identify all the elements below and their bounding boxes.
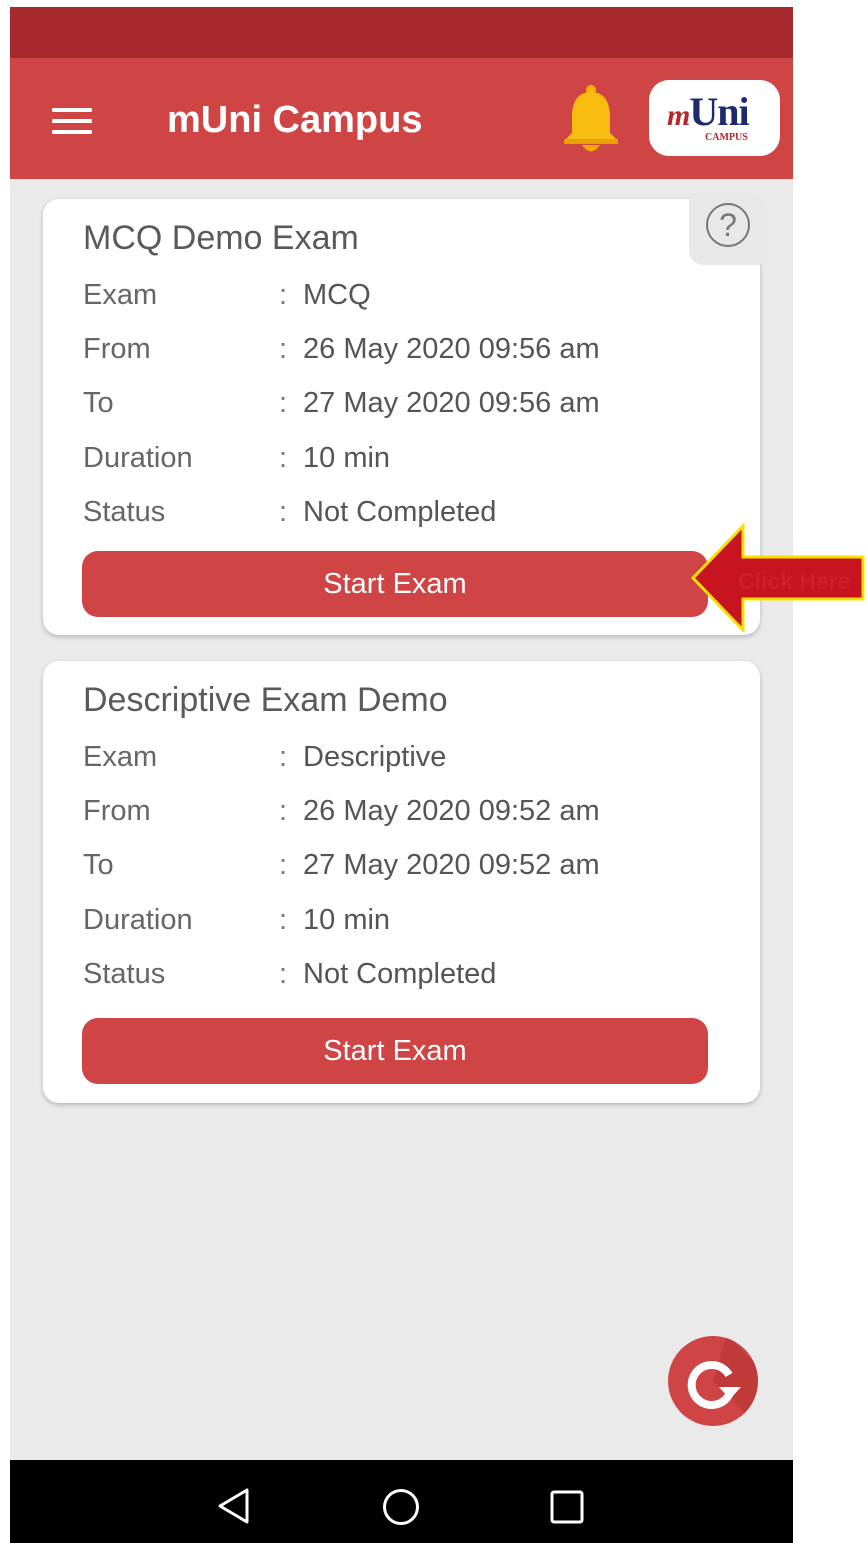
menu-icon[interactable] bbox=[52, 108, 92, 134]
back-icon[interactable] bbox=[217, 1488, 251, 1524]
row-label: Status bbox=[83, 958, 166, 990]
help-icon: ? bbox=[706, 203, 750, 247]
phone-screen: mUni Campus mUni CAMPUS MCQ Demo Exam ? … bbox=[10, 7, 793, 1543]
row-value: 10 min bbox=[303, 442, 391, 474]
exam-card: MCQ Demo Exam ? Exam: MCQ From: 26 May 2… bbox=[43, 193, 767, 635]
recents-icon[interactable] bbox=[550, 1490, 584, 1524]
row-value: MCQ bbox=[303, 279, 371, 311]
system-nav-bar bbox=[10, 1460, 793, 1543]
row-value: Descriptive bbox=[303, 741, 447, 773]
row-label: To bbox=[83, 387, 114, 419]
row-label: Exam bbox=[83, 741, 158, 773]
row-label: To bbox=[83, 849, 114, 881]
refresh-button[interactable] bbox=[667, 1335, 759, 1427]
app-title: mUni Campus bbox=[167, 99, 423, 141]
bell-icon[interactable] bbox=[560, 84, 622, 156]
app-logo: mUni CAMPUS bbox=[649, 80, 780, 156]
row-value: 27 May 2020 09:56 am bbox=[303, 387, 600, 419]
row-label: Duration bbox=[83, 442, 193, 474]
row-value: 26 May 2020 09:52 am bbox=[303, 795, 600, 827]
app-bar: mUni Campus mUni CAMPUS bbox=[10, 58, 793, 179]
start-exam-button[interactable]: Start Exam bbox=[82, 551, 708, 617]
help-button[interactable]: ? bbox=[689, 193, 767, 265]
row-label: From bbox=[83, 795, 151, 827]
status-bar bbox=[10, 7, 793, 58]
row-value: 10 min bbox=[303, 904, 391, 936]
row-value: Not Completed bbox=[303, 958, 497, 990]
exam-title: Descriptive Exam Demo bbox=[83, 681, 448, 719]
home-icon[interactable] bbox=[382, 1488, 420, 1526]
row-value: 27 May 2020 09:52 am bbox=[303, 849, 600, 881]
row-label: Exam bbox=[83, 279, 158, 311]
start-exam-button[interactable]: Start Exam bbox=[82, 1018, 708, 1084]
exam-title: MCQ Demo Exam bbox=[83, 219, 359, 257]
logo-main: Uni bbox=[689, 89, 749, 134]
row-label: Duration bbox=[83, 904, 193, 936]
row-value: Not Completed bbox=[303, 496, 497, 528]
exam-card: Descriptive Exam Demo Exam: Descriptive … bbox=[43, 661, 760, 1103]
logo-prefix: m bbox=[667, 99, 690, 132]
logo-subtitle: CAMPUS bbox=[705, 132, 748, 143]
row-label: From bbox=[83, 333, 151, 365]
row-label: Status bbox=[83, 496, 166, 528]
row-value: 26 May 2020 09:56 am bbox=[303, 333, 600, 365]
click-here-label: Click Here bbox=[738, 568, 851, 594]
